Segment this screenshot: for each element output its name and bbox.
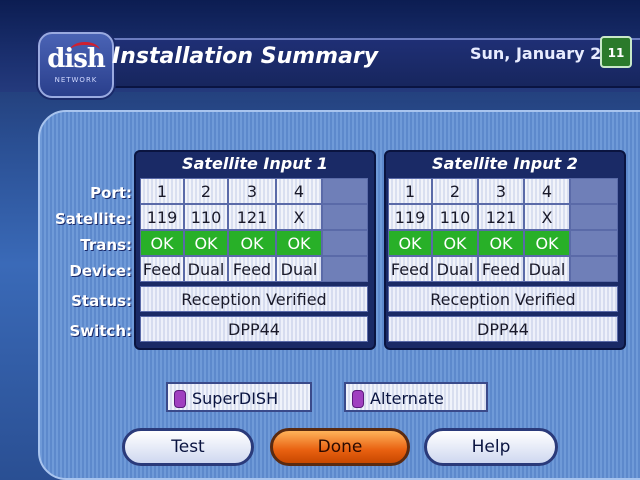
input1-trans-empty [322, 230, 368, 256]
done-button[interactable]: Done [270, 428, 410, 466]
logo-subtext: NETWORK [54, 76, 98, 84]
input2-switch: DPP44 [388, 316, 618, 342]
input1-satellite-3: 121 [228, 204, 276, 230]
input2-device-2: Dual [432, 256, 478, 282]
input1-port-4: 4 [276, 178, 322, 204]
input2-trans-3: OK [478, 230, 524, 256]
input2-satellite-3: 121 [478, 204, 524, 230]
screen: dish NETWORK Installation Summary Sun, J… [0, 0, 640, 480]
input2-status: Reception Verified [388, 286, 618, 312]
input1-port-1: 1 [140, 178, 184, 204]
input2-trans-1: OK [388, 230, 432, 256]
alternate-label: Alternate [370, 389, 444, 408]
satellite-input-2-title: Satellite Input 2 [432, 154, 578, 173]
input1-switch: DPP44 [140, 316, 368, 342]
input1-port-empty [322, 178, 368, 204]
superdish-option[interactable]: SuperDISH [166, 382, 312, 412]
row-label-status: Status: [71, 292, 132, 310]
input1-status: Reception Verified [140, 286, 368, 312]
input2-trans-4: OK [524, 230, 570, 256]
row-label-device: Device: [69, 262, 132, 280]
input2-satellite-4: X [524, 204, 570, 230]
alternate-option[interactable]: Alternate [344, 382, 488, 412]
input1-satellite-4: X [276, 204, 322, 230]
input2-satellite-2: 110 [432, 204, 478, 230]
row-label-port: Port: [90, 184, 132, 202]
input1-device-4: Dual [276, 256, 322, 282]
input1-trans-3: OK [228, 230, 276, 256]
input1-device-empty [322, 256, 368, 282]
input1-port-3: 3 [228, 178, 276, 204]
dish-marker-icon [174, 390, 186, 408]
logo-text: dish [47, 44, 106, 74]
page-title: Installation Summary [112, 44, 379, 69]
input2-device-1: Feed [388, 256, 432, 282]
input2-device-empty [570, 256, 618, 282]
input2-port-empty [570, 178, 618, 204]
input1-device-2: Dual [184, 256, 228, 282]
row-label-switch: Switch: [69, 322, 132, 340]
test-button[interactable]: Test [122, 428, 254, 466]
input1-device-3: Feed [228, 256, 276, 282]
date-display: Sun, January 28 [470, 44, 613, 63]
input1-device-1: Feed [140, 256, 184, 282]
dish-network-logo: dish NETWORK [38, 32, 114, 98]
input1-satellite-empty [322, 204, 368, 230]
row-label-trans: Trans: [80, 236, 132, 254]
input2-trans-empty [570, 230, 618, 256]
superdish-label: SuperDISH [192, 389, 279, 408]
input1-trans-2: OK [184, 230, 228, 256]
input1-satellite-1: 119 [140, 204, 184, 230]
input2-port-1: 1 [388, 178, 432, 204]
satellite-input-1-title: Satellite Input 1 [182, 154, 328, 173]
input2-device-3: Feed [478, 256, 524, 282]
row-label-satellite: Satellite: [54, 210, 132, 228]
calendar-icon: 11 [600, 36, 632, 68]
dish-marker-icon [352, 390, 364, 408]
input2-satellite-empty [570, 204, 618, 230]
input2-device-4: Dual [524, 256, 570, 282]
input1-trans-1: OK [140, 230, 184, 256]
input2-trans-2: OK [432, 230, 478, 256]
input2-port-4: 4 [524, 178, 570, 204]
input1-port-2: 2 [184, 178, 228, 204]
input2-port-2: 2 [432, 178, 478, 204]
input1-trans-4: OK [276, 230, 322, 256]
input2-satellite-1: 119 [388, 204, 432, 230]
input2-port-3: 3 [478, 178, 524, 204]
help-button[interactable]: Help [424, 428, 558, 466]
input1-satellite-2: 110 [184, 204, 228, 230]
